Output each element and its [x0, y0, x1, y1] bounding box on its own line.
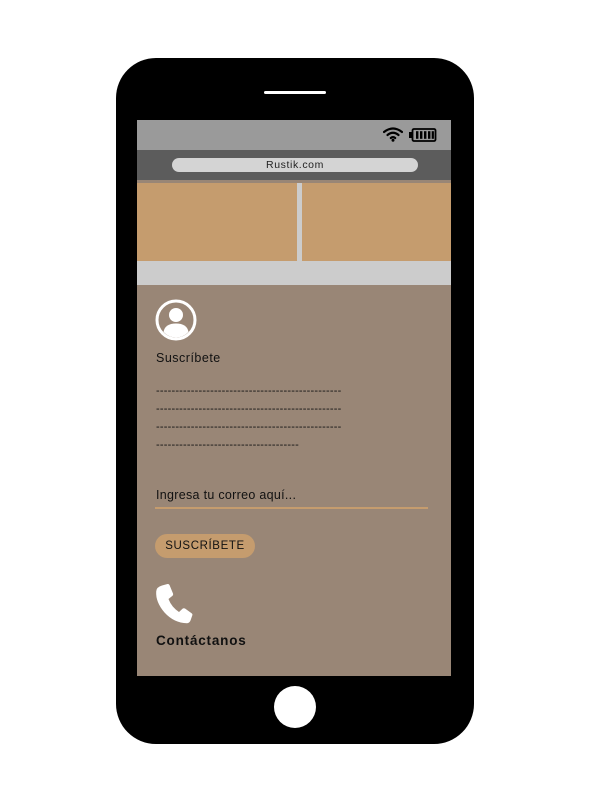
description-line: ----------------------------------------… — [156, 403, 342, 415]
subscribe-title: Suscríbete — [156, 351, 221, 365]
phone-speaker — [264, 91, 326, 94]
user-avatar-icon — [155, 299, 197, 341]
email-field[interactable] — [155, 485, 428, 509]
battery-icon — [409, 128, 437, 142]
phone-icon[interactable] — [154, 583, 194, 625]
subscribe-button[interactable]: SUSCRÍBETE — [155, 534, 255, 558]
home-button[interactable] — [274, 686, 316, 728]
hero-image-left[interactable] — [137, 183, 297, 261]
section-divider-band — [137, 261, 451, 285]
phone-frame: Rustik.com Suscríbete ------------------… — [116, 58, 474, 744]
description-line: ----------------------------------------… — [156, 385, 342, 397]
url-field[interactable]: Rustik.com — [172, 158, 418, 172]
description-line: ------------------------------------- — [156, 439, 299, 451]
status-bar — [137, 120, 451, 150]
hero-image-right[interactable] — [302, 183, 451, 261]
description-line: ----------------------------------------… — [156, 421, 342, 433]
wifi-icon — [383, 127, 403, 142]
subscribe-description: ----------------------------------------… — [156, 382, 396, 454]
contact-label[interactable]: Contáctanos — [156, 633, 247, 648]
phone-screen: Rustik.com Suscríbete ------------------… — [137, 120, 451, 676]
browser-address-bar: Rustik.com — [137, 150, 451, 180]
